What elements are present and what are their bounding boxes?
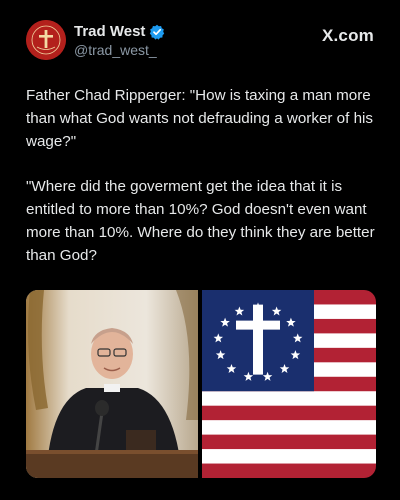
author-handle[interactable]: @trad_west_ — [74, 42, 165, 58]
verified-badge-icon — [150, 24, 165, 40]
tweet-media[interactable] — [26, 290, 376, 478]
tweet-header: Trad West @trad_west_ X.com — [26, 18, 374, 66]
x-com-brand: X.com — [321, 26, 374, 45]
avatar[interactable] — [26, 20, 66, 60]
trad-west-logo-icon — [26, 20, 66, 60]
author-name-row[interactable]: Trad West — [74, 23, 165, 40]
priest-photo[interactable] — [26, 290, 198, 478]
author-display-name[interactable]: Trad West — [74, 23, 145, 40]
tweet-paragraph-2: "Where did the goverment get the idea th… — [26, 178, 375, 264]
tweet-paragraph-1: Father Chad Ripperger: "How is taxing a … — [26, 87, 373, 150]
tweet-body: Father Chad Ripperger: "How is taxing a … — [26, 84, 378, 289]
cross-flag-image[interactable] — [202, 290, 376, 478]
